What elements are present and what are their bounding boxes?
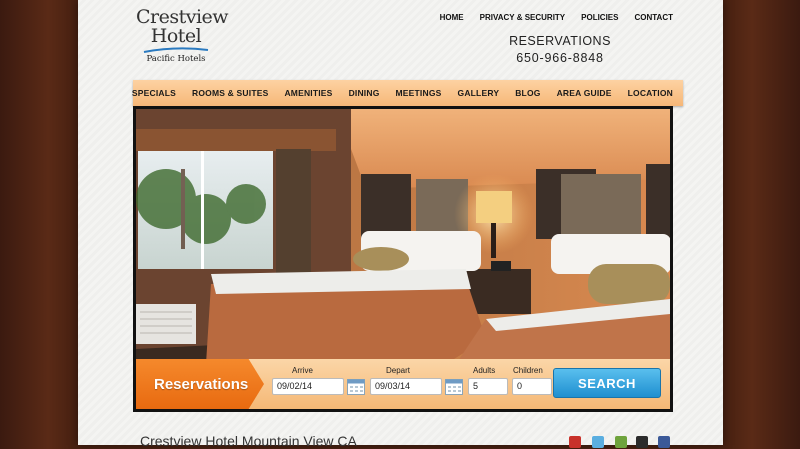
children-label: Children (513, 366, 543, 375)
top-link-home[interactable]: HOME (440, 13, 464, 22)
yelp-icon[interactable] (569, 436, 581, 448)
nav-specials[interactable]: SPECIALS (132, 88, 176, 98)
arrive-date-field[interactable]: 09/02/14 (272, 378, 344, 395)
tripadvisor-icon[interactable] (615, 436, 627, 448)
hero-frame: Reservations Arrive 09/02/14 Depart 09/0… (133, 106, 673, 412)
depart-label: Depart (386, 366, 411, 375)
hero-image: Reservations Arrive 09/02/14 Depart 09/0… (136, 109, 670, 409)
logo-subline: Pacific Hotels (146, 54, 206, 64)
adults-label: Adults (473, 366, 496, 375)
main-nav: SPECIALS ROOMS & SUITES AMENITIES DINING… (132, 80, 683, 106)
depart-date-field[interactable]: 09/03/14 (370, 378, 442, 395)
booking-bar: Reservations Arrive 09/02/14 Depart 09/0… (136, 359, 670, 409)
depart-calendar-icon[interactable] (445, 379, 463, 395)
twitter-icon[interactable] (592, 436, 604, 448)
facebook-icon[interactable] (658, 436, 670, 448)
top-link-policies[interactable]: POLICIES (581, 13, 618, 22)
adults-field[interactable]: 5 (468, 378, 508, 395)
foursquare-icon[interactable] (636, 436, 648, 448)
arrive-label: Arrive (292, 366, 313, 375)
nav-rooms-suites[interactable]: ROOMS & SUITES (192, 88, 268, 98)
nav-amenities[interactable]: AMENITIES (284, 88, 332, 98)
search-button[interactable]: SEARCH (553, 368, 661, 398)
booking-title-tab: Reservations (136, 359, 264, 409)
nav-gallery[interactable]: GALLERY (458, 88, 500, 98)
nav-meetings[interactable]: MEETINGS (396, 88, 442, 98)
nav-location[interactable]: LOCATION (628, 88, 673, 98)
top-link-contact[interactable]: CONTACT (634, 13, 673, 22)
top-links: HOME PRIVACY & SECURITY POLICIES CONTACT (440, 13, 673, 22)
logo-line2: Hotel (150, 25, 202, 47)
nav-area-guide[interactable]: AREA GUIDE (557, 88, 612, 98)
logo-swoosh-icon (143, 47, 209, 53)
reservations-contact: RESERVATIONS 650-966-8848 (500, 34, 620, 65)
page-heading: Crestview Hotel Mountain View CA (140, 433, 357, 449)
reservations-label: RESERVATIONS (509, 34, 611, 48)
children-field[interactable]: 0 (512, 378, 552, 395)
nav-blog[interactable]: BLOG (515, 88, 540, 98)
page: Crestview Hotel Pacific Hotels HOME PRIV… (78, 0, 723, 449)
reservations-phone[interactable]: 650-966-8848 (500, 51, 620, 65)
hotel-logo[interactable]: Crestview Hotel Pacific Hotels (136, 8, 229, 65)
nav-dining[interactable]: DINING (349, 88, 380, 98)
arrive-calendar-icon[interactable] (347, 379, 365, 395)
top-link-privacy[interactable]: PRIVACY & SECURITY (480, 13, 566, 22)
booking-title: Reservations (154, 375, 249, 393)
